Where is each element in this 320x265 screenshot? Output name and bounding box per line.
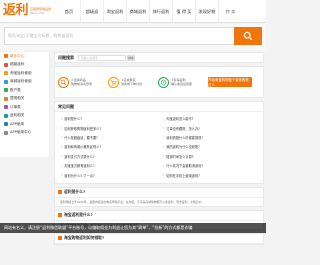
tag-icon [4,71,8,76]
nav-home[interactable]: 首页 [58,0,81,23]
search-bar: 粘贴淘宝/天猫宝贝标题，购物省返利 [0,24,266,50]
faq-list: 返利是什么? 淘宝返利怎么能不? 如何获取购物返利是多少? 订单没有跟踪，怎么办… [55,112,263,183]
help-search-button[interactable]: 搜索 [127,54,135,61]
step-desc: 确认收货后到账 [171,82,193,86]
sidebar-item-app[interactable]: APP使用 [0,120,49,129]
start-shopping-button[interactable]: 开始淘宝购物做个省钱购物达人 [208,77,252,87]
sidebar-item-label: 返利相关 [10,113,25,118]
search-input[interactable]: 粘贴淘宝/天猫宝贝标题，购物省返利 [4,27,234,45]
user-icon [4,88,8,93]
faq-card: 常见问题 返利是什么? 淘宝返利怎么能不? 如何获取购物返利是多少? 订单没有跟… [54,101,264,184]
qa-card-3: 淘宝购物返利如何领取? [54,232,264,245]
search-icon [58,76,69,88]
sidebar-item-orders[interactable]: 订单类 [0,103,49,112]
sidebar-item-label: 淘宝返利使用 [10,70,32,75]
faq-link[interactable]: 我的返利为什么没到账? [163,142,257,151]
app-icon [4,130,8,135]
faq-link[interactable]: 订单没有跟踪，怎么办? [163,123,257,132]
sidebar-item-label: 商城返利使用 [10,79,32,84]
faq-link[interactable]: 提现时间怎么计算? [163,152,257,161]
help-sidebar: 新手中心 超级返利 淘宝返利使用 商城返利使用 账户类 提现相关 订单类 返利相… [0,52,50,157]
qa-header[interactable]: 淘宝返利是什么? [55,211,263,221]
logo-url: Fanli.com [30,11,45,15]
coin-icon: ¥ [158,76,169,88]
bullet-icon [58,213,62,218]
qa-header[interactable]: 返利是什么? [55,188,263,198]
sidebar-item-label: 提现相关 [10,96,25,101]
sidebar-item-label: APP使用中心 [10,130,32,135]
coin-icon [4,113,8,118]
logo-mark: 返利 [3,3,29,18]
qa-card-1: 返利是什么? 返利网成立于2006年，是国内领先的电商导购平台，在淘宝、京东等商… [54,186,264,207]
faq-link[interactable]: 如何在手机上使用返利? [163,170,257,179]
sidebar-item-withdraw[interactable]: 提现相关 [0,95,49,104]
site-logo[interactable]: 返利 互联网导购品牌 Fanli.com [3,4,51,18]
faq-link[interactable]: 返利为什么少了一点? [61,170,155,179]
sidebar-item-label: 新手中心 [10,53,25,58]
cart-icon [4,79,8,84]
home-icon [4,54,8,59]
search-button[interactable] [234,27,262,45]
faq-link[interactable]: 什么是超级返，要不要? [61,133,155,142]
bullet-icon [58,190,62,195]
nav-super-rebate[interactable]: 超级返 [81,0,104,23]
sidebar-item-label: 订单类 [10,104,21,109]
star-icon [4,62,8,67]
faq-link[interactable]: 什么情况下会被取消返利? [163,161,257,170]
sidebar-item-label: 超级返利 [10,62,25,67]
bullet-icon [58,236,62,241]
sidebar-item-newbie[interactable]: 新手中心 [0,52,49,61]
top-bar: 返利 互联网导购品牌 Fanli.com 首页 超级返 淘宝返利 商城返利 排行… [0,0,266,23]
faq-link[interactable]: 返利和商城价格有区别么? [61,142,155,151]
step-buy: ②完成购买 到商城下单付款 [108,76,152,88]
faq-link[interactable]: 淘宝宝贝都有返利么? [61,161,155,170]
nav-ranking-rebate[interactable]: 排行返利 [150,0,173,23]
sidebar-item-mall[interactable]: 商城返利使用 [0,78,49,87]
cart-icon [108,76,119,88]
money-icon [4,96,8,101]
qa-question: 淘宝购物返利如何领取? [64,235,105,241]
sidebar-item-taobao[interactable]: 淘宝返利使用 [0,69,49,78]
nav-mall-rebate[interactable]: 商城返利 [127,0,150,23]
fraud-warning-banner: 网站有名义，请注册“返利微信联盟”平台账号，以赚取佣金为利益让您为其“刷单”，“… [0,223,266,233]
nav-discover[interactable]: 发现好物 [196,0,219,23]
main-nav: 首页 超级返 淘宝返利 商城返利 排行返利 值 得 买 发现好物 特 卖 [58,0,242,23]
faq-link[interactable]: 返利支付方式是什么? [61,152,155,161]
nav-worth-buying[interactable]: 值 得 买 [173,0,196,23]
qa-question: 淘宝返利是什么? [64,212,93,218]
phone-icon [4,122,8,127]
help-search-label: 问题搜索 [58,54,74,60]
sidebar-item-super-rebate[interactable]: 超级返利 [0,61,49,70]
faq-header: 常见问题 [55,102,263,112]
steps-card: ①选择商品 购物前请先登录 › ②完成购买 到商城下单付款 › ¥ ③获得返利 确认收… [54,66,264,98]
order-icon [4,105,8,110]
main-content: 问题搜索 请输入关键字 搜索 ①选择商品 购物前请先登录 › ②完成购买 到商城下单… [54,52,264,248]
nav-taobao-rebate[interactable]: 淘宝返利 [104,0,127,23]
faq-title: 常见问题 [58,103,74,109]
qa-header[interactable]: 淘宝购物返利如何领取? [55,234,263,244]
qa-question: 返利是什么? [64,189,86,195]
faq-link[interactable]: 如何获取购物返利是多少? [61,123,155,132]
search-icon [243,31,253,41]
step-rebate: ¥ ③获得返利 确认收货后到账 [158,76,202,88]
logo-tagline: 互联网导购品牌 Fanli.com [30,7,51,15]
faq-link[interactable]: 淘宝返利怎么能不? [163,114,257,123]
faq-link[interactable]: 返利是什么? [61,114,155,123]
svg-text:¥: ¥ [163,80,165,84]
help-search-card: 问题搜索 请输入关键字 搜索 [54,52,264,63]
sidebar-item-label: APP使用 [10,121,24,126]
nav-special-sale[interactable]: 特 卖 [219,0,242,23]
help-search-input[interactable]: 请输入关键字 [78,54,126,61]
sidebar-item-app-center[interactable]: APP使用中心 [0,129,49,138]
qa-answer: 返利网成立于2006年，是国内领先的电商导购平台，在淘宝、京东等商城购物都可以拿… [60,199,205,204]
sidebar-item-label: 账户类 [10,87,21,92]
step-select: ①选择商品 购物前请先登录 [58,76,102,88]
step-desc: 购物前请先登录 [71,82,93,86]
sidebar-item-rebate[interactable]: 返利相关 [0,112,49,121]
sidebar-item-account[interactable]: 账户类 [0,86,49,95]
step-desc: 到商城下单付款 [121,82,143,86]
faq-link[interactable]: 返利到账什么时候能提现? [163,133,257,142]
